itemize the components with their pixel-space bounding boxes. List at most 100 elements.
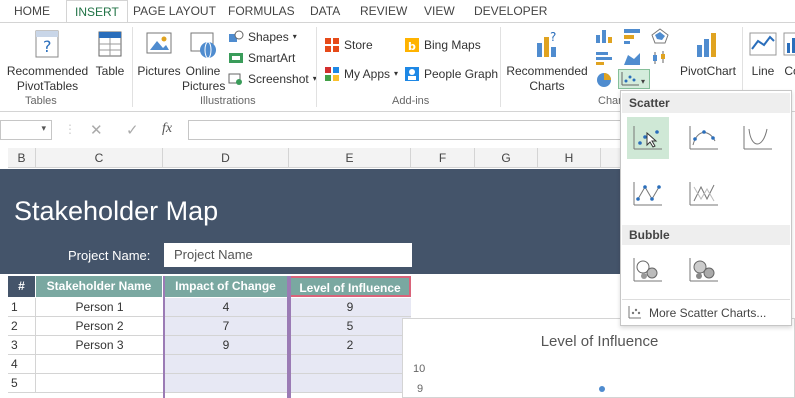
chart-title: Level of Influence bbox=[540, 333, 659, 350]
scatter-straight-lines-option[interactable] bbox=[683, 173, 725, 215]
influence-cell[interactable]: 2 bbox=[289, 336, 411, 355]
confirm-entry-icon[interactable]: ✓ bbox=[126, 121, 139, 139]
stock-chart-icon[interactable] bbox=[650, 49, 670, 67]
impact-cell[interactable]: 7 bbox=[163, 317, 289, 336]
ribbon-tab-bar: HOME INSERT PAGE LAYOUT FORMULAS DATA RE… bbox=[0, 0, 795, 23]
3d-bubble-option[interactable] bbox=[683, 249, 725, 291]
scatter-chart[interactable]: Level of Influence 10 9 bbox=[402, 318, 795, 398]
row-number[interactable]: 2 bbox=[8, 317, 36, 336]
tab-insert[interactable]: INSERT bbox=[66, 0, 128, 23]
dropdown-divider bbox=[622, 299, 790, 300]
radar-chart-icon[interactable] bbox=[650, 27, 670, 45]
scatter-smooth-lines-markers-option[interactable] bbox=[683, 117, 725, 159]
recommended-pivottables-button[interactable]: ? Recommended PivotTables bbox=[0, 29, 95, 94]
project-name-label: Project Name: bbox=[68, 248, 151, 263]
row-number[interactable]: 3 bbox=[8, 336, 36, 355]
smartart-button[interactable]: SmartArt bbox=[228, 50, 295, 66]
influence-cell[interactable]: 9 bbox=[289, 298, 411, 317]
column-sparkline-button[interactable]: Co bbox=[782, 29, 795, 79]
screenshot-button[interactable]: Screenshot ▾ bbox=[228, 71, 317, 87]
formula-input[interactable] bbox=[188, 120, 628, 140]
row-number[interactable]: 1 bbox=[8, 298, 36, 317]
bing-maps-icon: b bbox=[405, 38, 419, 53]
line-sparkline-button[interactable]: Line bbox=[746, 29, 780, 79]
impact-cell[interactable]: 4 bbox=[163, 298, 289, 317]
pivot-table-icon: ? bbox=[35, 30, 58, 58]
line-sparkline-icon bbox=[749, 32, 777, 56]
column-header-partial[interactable] bbox=[601, 148, 621, 168]
insert-function-button[interactable]: fx bbox=[162, 121, 172, 137]
column-header-g[interactable]: G bbox=[475, 148, 538, 168]
stakeholder-name-cell[interactable] bbox=[36, 355, 163, 374]
stakeholder-name-cell[interactable] bbox=[36, 374, 163, 393]
scatter-option[interactable] bbox=[627, 117, 669, 159]
column-sparkline-icon bbox=[783, 32, 795, 56]
sheet-title: Stakeholder Map bbox=[14, 196, 219, 226]
tab-home[interactable]: HOME bbox=[14, 0, 50, 22]
project-name-cell[interactable]: Project Name bbox=[164, 243, 412, 267]
group-separator bbox=[316, 27, 317, 107]
pictures-button[interactable]: Pictures bbox=[136, 29, 182, 79]
impact-cell[interactable] bbox=[163, 374, 289, 393]
people-graph-button[interactable]: People Graph bbox=[404, 66, 498, 82]
influence-cell[interactable]: 5 bbox=[289, 317, 411, 336]
header-impact-of-change[interactable]: Impact of Change bbox=[163, 276, 289, 297]
column-header-c[interactable]: C bbox=[36, 148, 163, 168]
column-chart-icon[interactable] bbox=[594, 27, 614, 45]
scatter-smooth-lines-option[interactable] bbox=[737, 117, 779, 159]
bing-maps-button[interactable]: b Bing Maps bbox=[404, 37, 481, 53]
tab-page-layout[interactable]: PAGE LAYOUT bbox=[133, 0, 216, 22]
stakeholder-name-cell[interactable]: Person 1 bbox=[36, 298, 163, 317]
row-number[interactable]: 5 bbox=[8, 374, 36, 393]
shapes-label: Shapes bbox=[248, 30, 289, 44]
table-button[interactable]: Table bbox=[92, 29, 128, 79]
column-header-f[interactable]: F bbox=[411, 148, 475, 168]
header-stakeholder-name[interactable]: Stakeholder Name bbox=[36, 276, 163, 297]
tab-developer[interactable]: DEVELOPER bbox=[474, 0, 547, 22]
column-header-h[interactable]: H bbox=[538, 148, 601, 168]
name-box[interactable]: ▾ bbox=[0, 120, 52, 140]
bubble-section-label: Bubble bbox=[622, 225, 790, 245]
stakeholder-name-cell[interactable]: Person 2 bbox=[36, 317, 163, 336]
svg-text:▾: ▾ bbox=[641, 77, 645, 86]
more-scatter-charts-link[interactable]: More Scatter Charts... bbox=[649, 306, 766, 320]
recommended-charts-icon: ? bbox=[537, 30, 556, 57]
row-number[interactable]: 4 bbox=[8, 355, 36, 374]
scatter-chart-button[interactable]: ▾ bbox=[618, 69, 650, 89]
impact-cell[interactable]: 9 bbox=[163, 336, 289, 355]
my-apps-label: My Apps bbox=[344, 67, 391, 81]
header-number[interactable]: # bbox=[8, 276, 36, 297]
scatter-straight-lines-markers-option[interactable] bbox=[627, 173, 669, 215]
tab-formulas[interactable]: FORMULAS bbox=[228, 0, 295, 22]
hierarchy-chart-icon[interactable] bbox=[622, 27, 642, 45]
impact-cell[interactable] bbox=[163, 355, 289, 374]
header-level-of-influence[interactable]: Level of Influence bbox=[289, 276, 411, 297]
line-sparkline-label: Line bbox=[751, 64, 775, 78]
my-apps-button[interactable]: My Apps ▾ bbox=[324, 66, 398, 82]
column-header-b[interactable]: B bbox=[8, 148, 36, 168]
recommended-pivottables-label-2: PivotTables bbox=[16, 79, 79, 93]
pictures-icon bbox=[146, 32, 172, 54]
pie-chart-icon[interactable] bbox=[594, 71, 614, 89]
tab-data[interactable]: DATA bbox=[310, 0, 340, 22]
column-header-e[interactable]: E bbox=[289, 148, 411, 168]
cancel-entry-icon[interactable]: ✕ bbox=[90, 121, 103, 139]
influence-cell[interactable] bbox=[289, 374, 411, 393]
store-button[interactable]: Store bbox=[324, 37, 373, 53]
shapes-button[interactable]: Shapes ▾ bbox=[228, 29, 297, 45]
online-pictures-label-1: Online bbox=[185, 64, 221, 78]
column-header-d[interactable]: D bbox=[163, 148, 289, 168]
tab-review[interactable]: REVIEW bbox=[360, 0, 407, 22]
name-box-dropdown-icon[interactable]: ▾ bbox=[41, 123, 46, 134]
bubble-option[interactable] bbox=[627, 249, 669, 291]
tab-view[interactable]: VIEW bbox=[424, 0, 455, 22]
online-pictures-button[interactable]: Online Pictures bbox=[182, 29, 225, 94]
influence-cell[interactable] bbox=[289, 355, 411, 374]
area-chart-icon[interactable] bbox=[622, 49, 642, 67]
group-separator bbox=[132, 27, 133, 107]
bar-chart-icon[interactable] bbox=[594, 49, 614, 67]
pivotchart-button[interactable]: PivotChart bbox=[678, 29, 738, 79]
recommended-charts-button[interactable]: ? Recommended Charts bbox=[504, 29, 590, 94]
pictures-label: Pictures bbox=[137, 64, 181, 78]
stakeholder-name-cell[interactable]: Person 3 bbox=[36, 336, 163, 355]
